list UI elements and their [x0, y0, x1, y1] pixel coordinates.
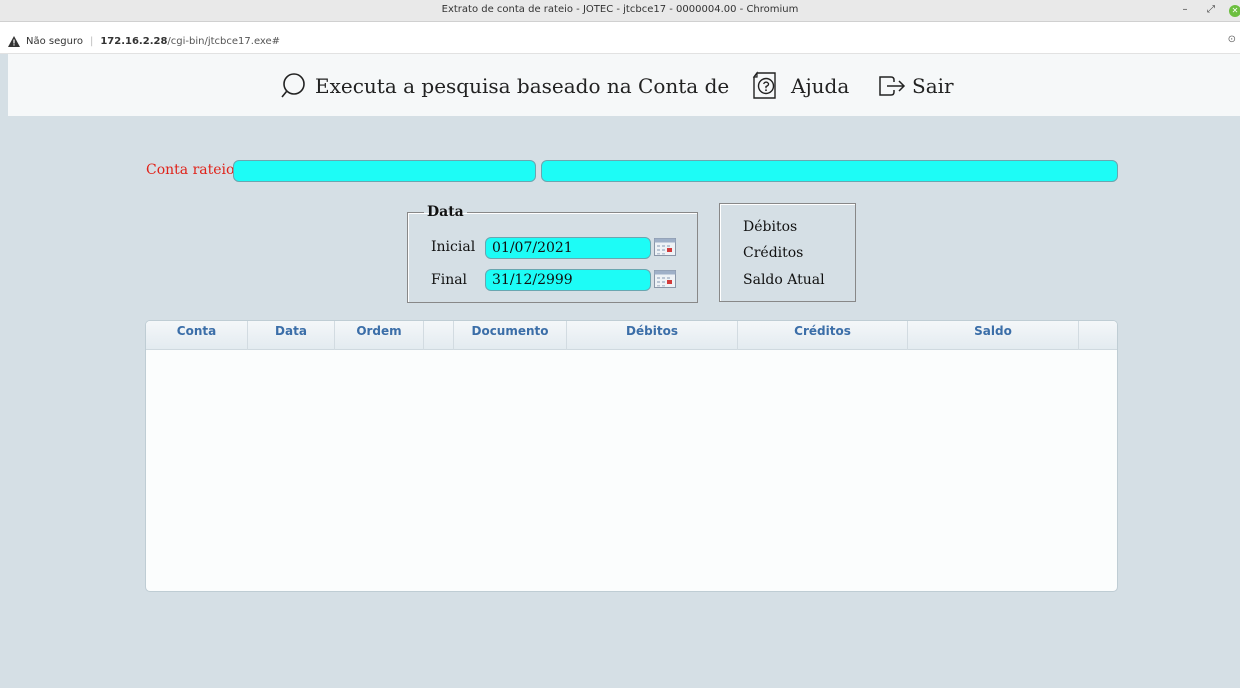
column-header-conta[interactable]: Conta: [146, 321, 248, 350]
exit-icon: [878, 73, 912, 99]
help-icon: [751, 71, 791, 101]
column-header-creditos[interactable]: Créditos: [738, 321, 908, 350]
column-header-documento[interactable]: Documento: [454, 321, 567, 350]
window-title: Extrato de conta de rateio - JOTEC - jtc…: [441, 4, 799, 15]
help-label: Ajuda: [791, 74, 850, 98]
conta-rateio-desc-input[interactable]: [541, 160, 1118, 182]
close-button[interactable]: ✕: [1229, 5, 1240, 17]
conta-rateio-label: Conta rateio: [146, 162, 235, 178]
column-header-blank[interactable]: [424, 321, 454, 350]
column-header-debitos[interactable]: Débitos: [567, 321, 738, 350]
exit-label: Sair: [912, 74, 954, 98]
date-legend: Data: [427, 204, 464, 220]
toolbar: Executa a pesquisa baseado na Conta de A…: [8, 54, 1240, 116]
url-path: /cgi-bin/jtcbce17.exe#: [167, 35, 281, 47]
results-grid[interactable]: Conta Data Ordem Documento Débitos Crédi…: [145, 320, 1118, 592]
exit-button[interactable]: Sair: [878, 71, 954, 101]
url-divider: |: [89, 35, 94, 47]
search-label: Executa a pesquisa baseado na Conta de: [315, 74, 730, 98]
calendar-icon[interactable]: [654, 270, 676, 288]
calendar-icon[interactable]: [654, 238, 676, 256]
column-header-ordem[interactable]: Ordem: [335, 321, 424, 350]
inicial-date-input[interactable]: 01/07/2021: [485, 237, 651, 259]
url-row[interactable]: Não seguro | 172.16.2.28 /cgi-bin/jtcbce…: [8, 34, 280, 48]
search-button[interactable]: Executa a pesquisa baseado na Conta de: [281, 71, 729, 101]
final-label: Final: [431, 272, 468, 288]
totals-panel: Débitos Créditos Saldo Atual: [719, 203, 856, 302]
minimize-button[interactable]: –: [1178, 3, 1192, 17]
grid-header: Conta Data Ordem Documento Débitos Crédi…: [146, 321, 1117, 350]
creditos-label: Créditos: [743, 245, 804, 261]
column-header-data[interactable]: Data: [248, 321, 335, 350]
help-button[interactable]: Ajuda: [751, 71, 849, 101]
security-status[interactable]: Não seguro: [26, 36, 83, 47]
site-info-icon[interactable]: ⊙: [1228, 34, 1236, 45]
search-icon: [281, 72, 315, 100]
page-content: Executa a pesquisa baseado na Conta de A…: [8, 54, 1240, 688]
address-bar[interactable]: Não seguro | 172.16.2.28 /cgi-bin/jtcbce…: [0, 22, 1240, 54]
conta-rateio-code-input[interactable]: [233, 160, 536, 182]
column-header-filler: [1079, 321, 1117, 350]
final-date-input[interactable]: 31/12/2999: [485, 269, 651, 291]
restore-button[interactable]: ⤢: [1204, 3, 1218, 17]
column-header-saldo[interactable]: Saldo: [908, 321, 1079, 350]
saldo-atual-label: Saldo Atual: [743, 272, 825, 288]
window-titlebar: Extrato de conta de rateio - JOTEC - jtc…: [0, 0, 1240, 22]
warning-icon: [8, 35, 20, 47]
debitos-label: Débitos: [743, 219, 798, 235]
url-host: 172.16.2.28: [100, 35, 168, 47]
inicial-label: Inicial: [431, 239, 476, 255]
